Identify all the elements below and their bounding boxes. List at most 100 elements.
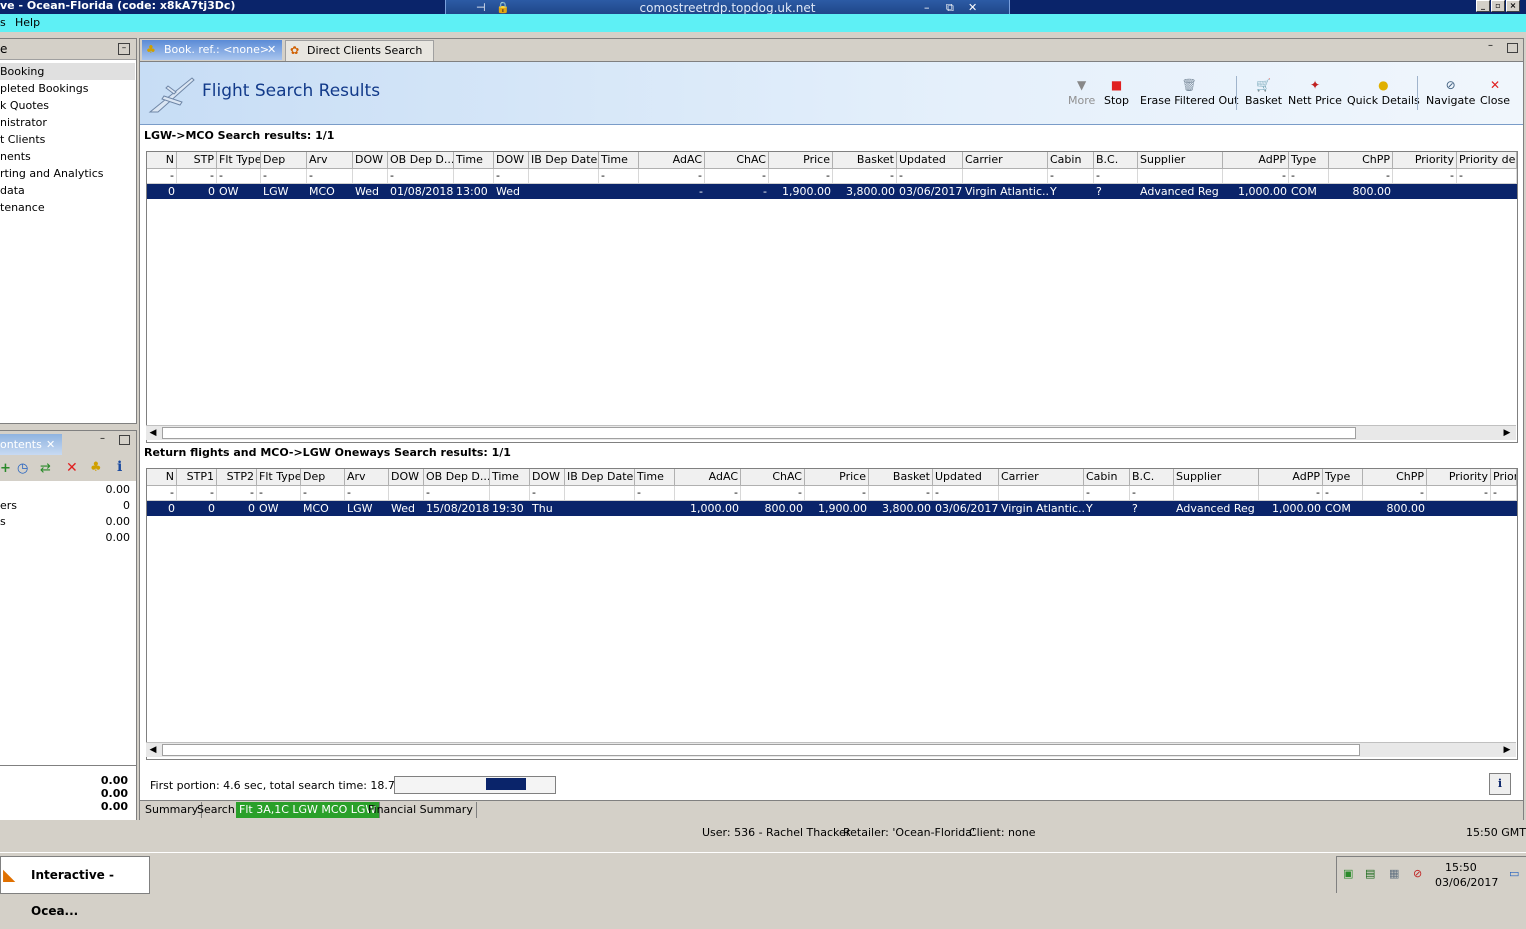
filter-cell[interactable]: - — [388, 169, 454, 183]
filter-cell[interactable]: - — [805, 486, 869, 500]
filter-cell[interactable]: - — [147, 486, 177, 500]
filter-cell[interactable]: - — [1329, 169, 1393, 183]
nett-price-button[interactable]: ✦ Nett Price — [1288, 78, 1342, 107]
contents-tab[interactable]: ontents ✕ — [0, 434, 62, 455]
column-header[interactable]: Time — [599, 152, 639, 168]
filter-cell[interactable]: - — [639, 169, 705, 183]
nav-item-clients[interactable]: t Clients — [0, 131, 135, 148]
column-header[interactable]: Dep — [261, 152, 307, 168]
filter-cell[interactable]: - — [1491, 486, 1517, 500]
delete-icon[interactable]: ✕ — [66, 460, 78, 476]
filter-cell[interactable]: - — [1130, 486, 1174, 500]
filter-cell[interactable]: - — [424, 486, 490, 500]
filter-cell[interactable]: - — [1259, 486, 1323, 500]
monitor-icon[interactable]: ▦ — [1389, 867, 1399, 880]
column-header[interactable]: B.C. — [1130, 469, 1174, 485]
grid-filter-row[interactable]: --------------------- — [147, 486, 1517, 501]
filter-cell[interactable]: - — [1084, 486, 1130, 500]
column-header[interactable]: STP — [177, 152, 217, 168]
basket-button[interactable]: 🛒 Basket — [1245, 78, 1282, 107]
close-button[interactable]: ✕ Close — [1480, 78, 1510, 107]
filter-cell[interactable]: - — [675, 486, 741, 500]
column-header[interactable]: Priority — [1393, 152, 1457, 168]
collapse-icon[interactable]: – — [118, 43, 130, 55]
filter-cell[interactable]: - — [833, 169, 897, 183]
column-header[interactable]: Prior — [1491, 469, 1517, 485]
filter-cell[interactable]: - — [257, 486, 301, 500]
column-header[interactable]: B.C. — [1094, 152, 1138, 168]
filter-cell[interactable]: - — [741, 486, 805, 500]
column-header[interactable]: DOW — [494, 152, 529, 168]
column-header[interactable]: Supplier — [1174, 469, 1259, 485]
nav-item-administrator[interactable]: nistrator — [0, 114, 135, 131]
column-header[interactable]: DOW — [530, 469, 565, 485]
filter-cell[interactable]: - — [494, 169, 529, 183]
column-header[interactable]: Cabin — [1048, 152, 1094, 168]
column-header[interactable]: DOW — [389, 469, 424, 485]
column-header[interactable]: Carrier — [963, 152, 1048, 168]
column-header[interactable]: Time — [490, 469, 530, 485]
column-header[interactable]: Type — [1289, 152, 1329, 168]
erase-filtered-out-button[interactable]: 🗑 Erase Filtered Out — [1140, 78, 1238, 107]
filter-cell[interactable]: - — [301, 486, 345, 500]
filter-cell[interactable]: - — [1289, 169, 1329, 183]
column-header[interactable]: AdPP — [1259, 469, 1323, 485]
nav-item-data[interactable]: data — [0, 182, 135, 199]
column-header[interactable]: ChPP — [1329, 152, 1393, 168]
scroll-left-icon[interactable]: ◀ — [146, 426, 160, 440]
filter-cell[interactable]: - — [635, 486, 675, 500]
column-header[interactable]: STP1 — [177, 469, 217, 485]
filter-cell[interactable]: - — [530, 486, 565, 500]
scroll-left-icon[interactable]: ◀ — [146, 743, 160, 757]
filter-cell[interactable]: - — [933, 486, 999, 500]
nav-item-maintenance[interactable]: tenance — [0, 199, 135, 216]
menu-item-help[interactable]: Help — [15, 16, 40, 29]
tray-app-icon[interactable]: ▣ — [1343, 867, 1353, 880]
column-header[interactable]: Basket — [833, 152, 897, 168]
column-header[interactable]: Cabin — [1084, 469, 1130, 485]
filter-cell[interactable] — [353, 169, 388, 183]
column-header[interactable]: Updated — [897, 152, 963, 168]
rdp-minimize-icon[interactable]: – — [924, 1, 930, 14]
column-header[interactable]: Price — [769, 152, 833, 168]
filter-cell[interactable]: - — [897, 169, 963, 183]
filter-cell[interactable] — [1138, 169, 1223, 183]
column-header[interactable]: Type — [1323, 469, 1363, 485]
volume-muted-icon[interactable]: ⊘ — [1413, 867, 1422, 880]
filter-cell[interactable]: - — [1363, 486, 1427, 500]
column-header[interactable]: Time — [635, 469, 675, 485]
filter-cell[interactable]: - — [1048, 169, 1094, 183]
close-window-icon[interactable]: × — [1506, 0, 1520, 12]
close-tab-icon[interactable]: ✕ — [46, 434, 55, 455]
column-header[interactable]: STP2 — [217, 469, 257, 485]
menu-item-services[interactable]: s — [0, 16, 6, 29]
filter-cell[interactable]: - — [261, 169, 307, 183]
filter-cell[interactable]: - — [307, 169, 353, 183]
filter-cell[interactable]: - — [869, 486, 933, 500]
navigate-button[interactable]: ⊘ Navigate — [1426, 78, 1475, 107]
scroll-right-icon[interactable]: ▶ — [1500, 426, 1514, 440]
nav-item-payments[interactable]: nents — [0, 148, 135, 165]
filter-cell[interactable]: - — [1457, 169, 1517, 183]
filter-cell[interactable]: - — [217, 486, 257, 500]
minimize-editor-icon[interactable]: – — [1488, 40, 1493, 51]
filter-cell[interactable]: - — [147, 169, 177, 183]
column-header[interactable]: Arv — [345, 469, 389, 485]
filter-cell[interactable] — [999, 486, 1084, 500]
minimize-icon[interactable]: _ — [1476, 0, 1490, 12]
column-header[interactable]: Priority desc — [1457, 152, 1517, 168]
filter-cell[interactable] — [529, 169, 599, 183]
rdp-restore-icon[interactable]: ⧉ — [946, 1, 954, 15]
filter-cell[interactable] — [454, 169, 494, 183]
info-icon[interactable]: i — [117, 459, 122, 475]
column-header[interactable]: Carrier — [999, 469, 1084, 485]
return-horizontal-scrollbar[interactable]: ◀ ▶ — [146, 742, 1516, 757]
filter-cell[interactable]: - — [217, 169, 261, 183]
table-row[interactable]: 0 0 0 OW MCO LGW Wed 15/08/2018 19:30 Thu 1,000.00… — [147, 501, 1517, 516]
filter-cell[interactable]: - — [345, 486, 389, 500]
quick-details-button[interactable]: ● Quick Details — [1347, 78, 1420, 107]
column-header[interactable]: N — [147, 152, 177, 168]
column-header[interactable]: AdAC — [675, 469, 741, 485]
grid-filter-row[interactable]: -------------------- — [147, 169, 1517, 184]
column-header[interactable]: Updated — [933, 469, 999, 485]
